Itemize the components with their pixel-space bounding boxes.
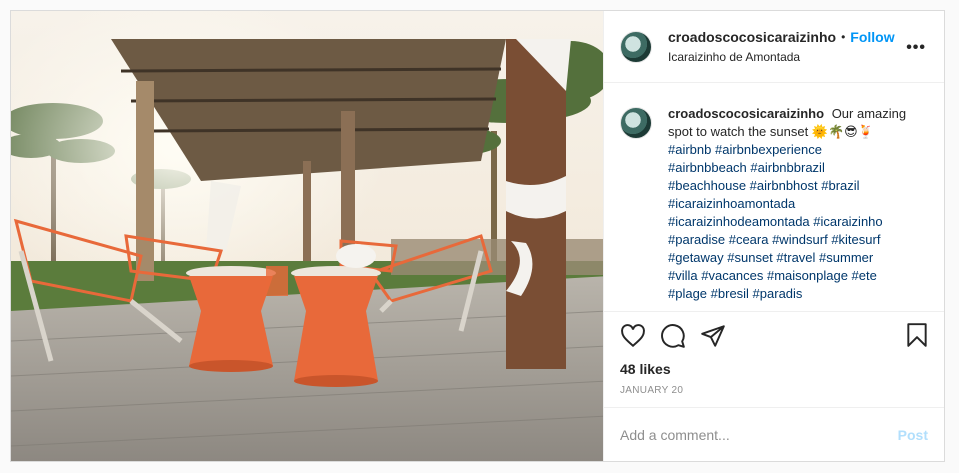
post-comment-button[interactable]: Post bbox=[898, 427, 928, 443]
likes-count[interactable]: 48 likes bbox=[604, 351, 944, 377]
post-card: croadoscocosicaraizinho • Follow Icaraiz… bbox=[10, 10, 945, 462]
hashtag-line[interactable]: #airbnbbeach #airbnbbrazil bbox=[668, 159, 928, 177]
comments-section: croadoscocosicaraizinho Our amazing spot… bbox=[604, 83, 944, 311]
caption-avatar[interactable] bbox=[620, 107, 652, 139]
hashtag-list: #airbnb #airbnbexperience #airbnbbeach #… bbox=[668, 141, 928, 303]
hashtag-line[interactable]: #icaraizinhodeamontada #icaraizinho bbox=[668, 213, 928, 231]
location-link[interactable]: Icaraizinho de Amontada bbox=[668, 48, 895, 66]
post-header: croadoscocosicaraizinho • Follow Icaraiz… bbox=[604, 11, 944, 83]
post-date[interactable]: JANUARY 20 bbox=[604, 377, 944, 396]
hashtag-line[interactable]: #plage #bresil #paradis bbox=[668, 285, 928, 303]
bookmark-icon[interactable] bbox=[904, 322, 930, 348]
avatar[interactable] bbox=[620, 30, 652, 63]
comment-icon[interactable] bbox=[660, 323, 686, 349]
post-sidebar: croadoscocosicaraizinho • Follow Icaraiz… bbox=[604, 11, 944, 461]
separator-dot: • bbox=[841, 29, 846, 44]
hashtag-line[interactable]: #villa #vacances #maisonplage #ete bbox=[668, 267, 928, 285]
caption-username-link[interactable]: croadoscocosicaraizinho bbox=[668, 106, 824, 121]
action-bar bbox=[604, 311, 944, 351]
comment-input[interactable] bbox=[620, 426, 898, 443]
hashtag-line[interactable]: #airbnb #airbnbexperience bbox=[668, 141, 928, 159]
header-line: croadoscocosicaraizinho • Follow bbox=[668, 28, 895, 46]
hashtag-line[interactable]: #paradise #ceara #windsurf #kitesurf bbox=[668, 231, 928, 249]
comment-form: Post bbox=[604, 407, 944, 461]
hashtag-line[interactable]: #icaraizinhoamontada bbox=[668, 195, 928, 213]
post-image bbox=[11, 11, 603, 461]
share-icon[interactable] bbox=[700, 323, 726, 349]
follow-button[interactable]: Follow bbox=[850, 28, 894, 46]
username-link[interactable]: croadoscocosicaraizinho bbox=[668, 28, 836, 46]
hashtag-line[interactable]: #getaway #sunset #travel #summer bbox=[668, 249, 928, 267]
hashtag-line[interactable]: #beachhouse #airbnbhost #brazil bbox=[668, 177, 928, 195]
post-photo[interactable] bbox=[11, 11, 604, 461]
post-caption: croadoscocosicaraizinho Our amazing spot… bbox=[668, 105, 928, 311]
heart-icon[interactable] bbox=[620, 323, 646, 349]
more-options-icon[interactable]: ••• bbox=[906, 39, 926, 57]
header-text: croadoscocosicaraizinho • Follow Icaraiz… bbox=[668, 28, 895, 66]
